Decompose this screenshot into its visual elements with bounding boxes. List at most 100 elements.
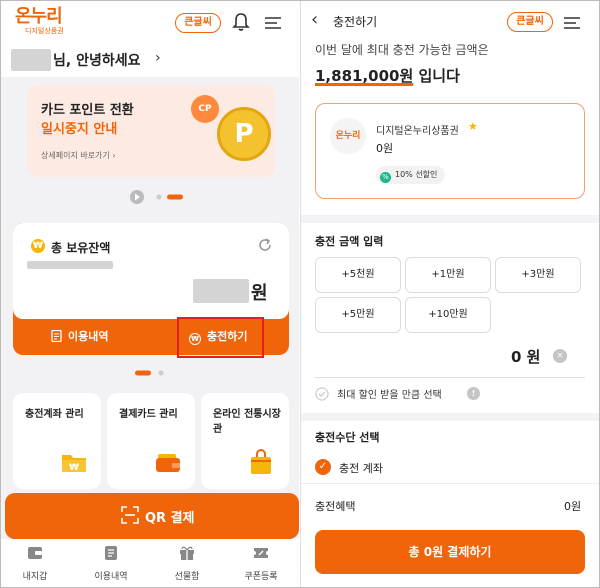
chevron-right-icon: › bbox=[155, 50, 161, 66]
logo-text: 온누리 bbox=[15, 6, 63, 27]
banner-pager bbox=[129, 187, 189, 207]
tile-label: 결제카드 관리 bbox=[119, 409, 178, 420]
large-text-button[interactable]: 큰글씨 bbox=[507, 12, 553, 32]
payment-method-title: 충전수단 선택 bbox=[315, 431, 380, 444]
wallet-card-icon bbox=[155, 453, 181, 477]
add-10000-button[interactable]: +1만원 bbox=[405, 257, 491, 293]
nav-label: 내지갑 bbox=[22, 572, 48, 582]
home-header: 온누리 디지털상품권 큰글씨 bbox=[1, 1, 299, 45]
gift-icon bbox=[180, 546, 194, 560]
nav-label: 이용내역 bbox=[94, 572, 128, 582]
highlight-box bbox=[177, 317, 264, 358]
masked-username bbox=[11, 49, 51, 71]
discount-label: 10% 선할인 bbox=[395, 170, 438, 179]
percent-icon: % bbox=[380, 172, 391, 183]
promo-banner[interactable]: 카드 포인트 전환 일시중지 안내 상세페이지 바로가기 › CP P bbox=[27, 85, 275, 177]
nav-history[interactable]: 이용내역 bbox=[81, 545, 141, 582]
history-icon bbox=[51, 329, 62, 343]
add-5000-button[interactable]: +5천원 bbox=[315, 257, 401, 293]
nav-label: 선물함 bbox=[174, 572, 200, 582]
voucher-balance: 0원 bbox=[376, 142, 394, 155]
radio-checked-icon[interactable]: ✓ bbox=[315, 459, 331, 475]
nav-my-wallet[interactable]: 내지갑 bbox=[5, 545, 65, 582]
voucher-name: 디지털온누리상품권 bbox=[376, 126, 459, 137]
banner-subtitle: 일시중지 안내 bbox=[41, 122, 118, 137]
bell-icon[interactable] bbox=[232, 12, 250, 36]
pager-dot bbox=[156, 194, 162, 200]
onnuri-logo[interactable]: 온누리 디지털상품권 bbox=[15, 7, 64, 36]
charge-amount-field[interactable]: 0 원 bbox=[511, 346, 540, 367]
tile-online-market[interactable]: 온라인 전통시장관 bbox=[201, 393, 289, 489]
qr-payment-label: QR 결제 bbox=[145, 511, 195, 526]
amount-section-title: 충전 금액 입력 bbox=[315, 235, 384, 248]
discount-badge: % 10% 선할인 bbox=[376, 166, 446, 184]
history-label: 이용내역 bbox=[68, 330, 109, 343]
add-30000-button[interactable]: +3만원 bbox=[495, 257, 581, 293]
add-50000-button[interactable]: +5만원 bbox=[315, 297, 401, 333]
voucher-logo: 온누리 bbox=[330, 118, 366, 154]
nav-gift-box[interactable]: 선물함 bbox=[157, 545, 217, 582]
max-discount-label: 최대 할인 받을 만큼 선택 bbox=[337, 390, 442, 401]
section-divider bbox=[301, 215, 599, 223]
tile-label: 충전계좌 관리 bbox=[25, 409, 84, 420]
wallet-icon bbox=[28, 547, 42, 559]
charge-header: ‹ 충전하기 큰글씨 bbox=[301, 1, 599, 41]
folder-won-icon: ₩ bbox=[61, 451, 87, 477]
banner-title: 카드 포인트 전환 bbox=[41, 103, 134, 118]
balance-title: 총 보유잔액 bbox=[51, 241, 111, 255]
qr-payment-button[interactable]: QR 결제 bbox=[5, 493, 299, 539]
pager-dot-active bbox=[135, 370, 151, 376]
large-text-button[interactable]: 큰글씨 bbox=[175, 13, 221, 33]
banner-detail-link[interactable]: 상세페이지 바로가기 › bbox=[41, 150, 116, 161]
quick-menu: 충전계좌 관리 ₩ 결제카드 관리 온라인 전통시장관 bbox=[13, 393, 289, 489]
card-pager bbox=[135, 363, 169, 376]
card-point-icon: CP bbox=[191, 95, 219, 123]
tile-payment-card[interactable]: 결제카드 관리 bbox=[107, 393, 195, 489]
svg-text:₩: ₩ bbox=[69, 463, 79, 473]
greeting-row[interactable]: 님, 안녕하세요 › bbox=[1, 45, 299, 77]
banner-detail-label: 상세페이지 바로가기 bbox=[41, 151, 110, 160]
masked-account bbox=[27, 261, 113, 269]
pay-button[interactable]: 총 0원 결제하기 bbox=[315, 530, 585, 574]
voucher-card[interactable]: 온누리 디지털온누리상품권 ★ 0원 % 10% 선할인 bbox=[315, 103, 585, 199]
balance-unit: 원 bbox=[251, 283, 268, 304]
charge-screen: ‹ 충전하기 큰글씨 이번 달에 최대 충전 가능한 금액은 1,881,000… bbox=[300, 1, 599, 587]
star-icon: ★ bbox=[468, 120, 478, 133]
shopping-bag-icon bbox=[249, 449, 273, 479]
menu-icon[interactable] bbox=[563, 15, 581, 34]
menu-icon[interactable] bbox=[264, 15, 282, 34]
pager-dot-active bbox=[167, 194, 183, 200]
add-100000-button[interactable]: +10만원 bbox=[405, 297, 491, 333]
max-amount-suffix: 입니다 bbox=[413, 67, 460, 85]
back-arrow-icon[interactable]: ‹ bbox=[311, 9, 318, 30]
checkout-bar: 충전혜택 0원 총 0원 결제하기 bbox=[301, 483, 599, 587]
payment-method-option[interactable]: 충전 계좌 bbox=[339, 460, 383, 476]
section-divider bbox=[301, 413, 599, 421]
tile-label: 온라인 전통시장관 bbox=[213, 409, 281, 435]
won-coin-icon: ₩ bbox=[31, 239, 45, 253]
max-charge-caption: 이번 달에 최대 충전 가능한 금액은 bbox=[315, 43, 489, 57]
tile-charge-account[interactable]: 충전계좌 관리 ₩ bbox=[13, 393, 101, 489]
nav-coupon[interactable]: 쿠폰등록 bbox=[231, 545, 291, 582]
max-charge-amount: 1,881,000원 입니다 bbox=[315, 65, 460, 86]
pager-dot bbox=[158, 370, 164, 376]
balance-info: ₩ 총 보유잔액 원 bbox=[13, 223, 289, 319]
greeting-text: 님, 안녕하세요 bbox=[53, 53, 141, 69]
history-button[interactable]: 이용내역 bbox=[51, 319, 151, 355]
bottom-navigation: 내지갑 이용내역 선물함 쿠폰등록 bbox=[1, 539, 299, 587]
page-title: 충전하기 bbox=[333, 15, 378, 29]
benefit-label: 충전혜택 bbox=[315, 500, 356, 513]
home-screen: 온누리 디지털상품권 큰글씨 님, 안녕하세요 › 카드 포인트 전환 일시중지… bbox=[1, 1, 299, 587]
logo-subtext: 디지털상품권 bbox=[25, 27, 64, 35]
info-icon[interactable]: ! bbox=[467, 387, 480, 400]
clear-icon[interactable]: × bbox=[553, 349, 567, 363]
max-amount-value: 1,881,000원 bbox=[315, 67, 414, 85]
refresh-icon[interactable] bbox=[257, 237, 273, 257]
benefit-value: 0원 bbox=[564, 500, 582, 513]
nav-label: 쿠폰등록 bbox=[244, 572, 278, 582]
masked-balance bbox=[193, 279, 249, 303]
coupon-icon bbox=[254, 548, 268, 558]
checkmark-icon bbox=[315, 387, 329, 401]
amount-underline bbox=[315, 377, 585, 378]
document-icon bbox=[105, 546, 117, 560]
